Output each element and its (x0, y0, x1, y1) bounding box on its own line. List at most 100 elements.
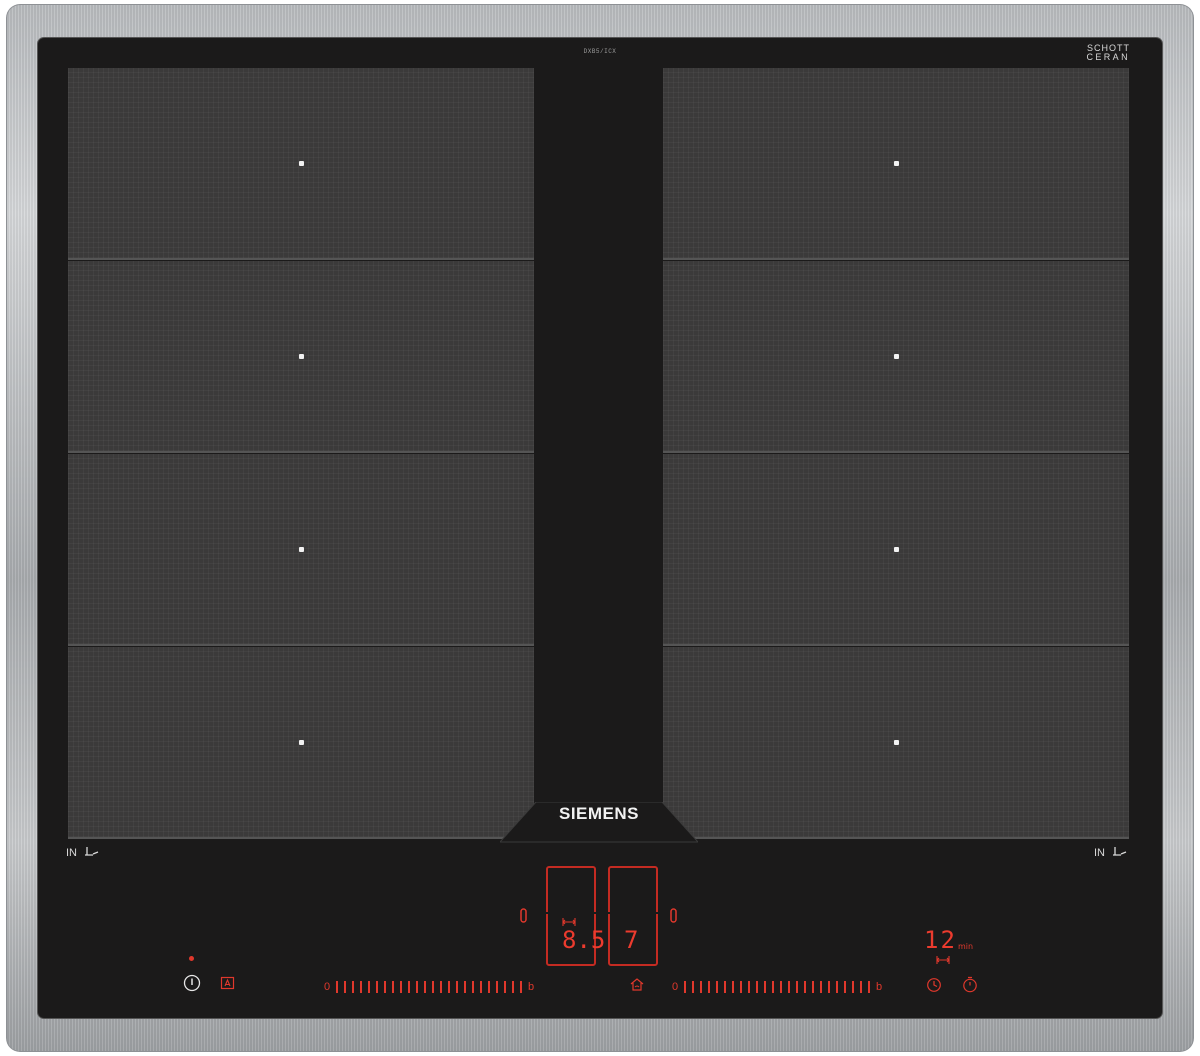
slider-tick[interactable] (336, 981, 338, 993)
slider-tick[interactable] (716, 981, 718, 993)
timer-unit: min (958, 942, 974, 951)
slider-left-boost[interactable]: b (526, 981, 536, 993)
slider-tick[interactable] (740, 981, 742, 993)
pan-icon (1113, 847, 1127, 856)
slider-tick[interactable] (836, 981, 838, 993)
child-lock-icon[interactable] (220, 976, 236, 990)
zone-marker-dot (893, 160, 899, 166)
zone-marker-dot (298, 739, 304, 745)
booster-icon-right[interactable] (670, 908, 678, 924)
slider-tick[interactable] (376, 981, 378, 993)
zone-right-power-level: 7 (624, 926, 638, 954)
zone-marker-dot (298, 160, 304, 166)
timer-display: 12 (924, 926, 957, 954)
slider-tick[interactable] (464, 981, 466, 993)
cooking-zone-left-3[interactable] (68, 454, 534, 646)
in-text: IN (66, 847, 77, 859)
zone-left-value: 8.5 (562, 926, 606, 954)
slider-tick[interactable] (472, 981, 474, 993)
slider-tick[interactable] (416, 981, 418, 993)
flex-zone-icon (562, 918, 576, 926)
slider-tick[interactable] (700, 981, 702, 993)
slider-right-boost[interactable]: b (874, 981, 884, 993)
slider-tick[interactable] (844, 981, 846, 993)
zone-left-power-level: 8.5 (562, 926, 605, 954)
slider-tick[interactable] (732, 981, 734, 993)
slider-tick[interactable] (764, 981, 766, 993)
ceran-text: CERAN (1086, 52, 1130, 62)
slider-tick[interactable] (512, 981, 514, 993)
slider-tick[interactable] (504, 981, 506, 993)
slider-tick[interactable] (496, 981, 498, 993)
slider-tick[interactable] (440, 981, 442, 993)
cooking-zone-right-2[interactable] (663, 261, 1129, 453)
slider-tick[interactable] (812, 981, 814, 993)
slider-tick[interactable] (384, 981, 386, 993)
slider-tick[interactable] (708, 981, 710, 993)
slider-tick[interactable] (684, 981, 686, 993)
cooking-zone-left-4[interactable] (68, 647, 534, 839)
slider-tick[interactable] (756, 981, 758, 993)
slider-tick[interactable] (852, 981, 854, 993)
slider-tick[interactable] (692, 981, 694, 993)
cooking-zone-left-2[interactable] (68, 261, 534, 453)
slider-tick[interactable] (360, 981, 362, 993)
power-slider-right[interactable]: 0 b (670, 980, 884, 994)
slider-tick[interactable] (400, 981, 402, 993)
power-slider-left[interactable]: 0 b (322, 980, 536, 994)
timer-flex-icon (936, 956, 950, 964)
cooktop-glass: DXB5/ICX SCHOTT CERAN SIEMENS IN IN 8.5 … (38, 38, 1162, 1018)
slider-tick[interactable] (860, 981, 862, 993)
slider-tick[interactable] (352, 981, 354, 993)
slider-tick[interactable] (368, 981, 370, 993)
slider-tick[interactable] (748, 981, 750, 993)
cooking-zone-left-1[interactable] (68, 68, 534, 260)
slider-tick[interactable] (456, 981, 458, 993)
zone-marker-dot (298, 546, 304, 552)
cooking-zone-right-1[interactable] (663, 68, 1129, 260)
slider-tick[interactable] (392, 981, 394, 993)
slider-tick[interactable] (796, 981, 798, 993)
home-icon[interactable] (630, 978, 644, 991)
slider-tick[interactable] (344, 981, 346, 993)
timer-value: 12 (924, 926, 957, 954)
slider-tick[interactable] (408, 981, 410, 993)
zone-marker-dot (893, 739, 899, 745)
slider-tick[interactable] (424, 981, 426, 993)
stopwatch-icon[interactable] (962, 976, 978, 993)
slider-tick[interactable] (448, 981, 450, 993)
slider-tick[interactable] (780, 981, 782, 993)
schott-ceran-logo: SCHOTT CERAN (1086, 44, 1130, 69)
zone-marker-dot (298, 353, 304, 359)
induction-label-right: IN (1094, 846, 1128, 859)
booster-icon-left[interactable] (520, 908, 528, 924)
power-icon[interactable] (183, 974, 201, 992)
slider-left-min[interactable]: 0 (322, 981, 332, 993)
slider-left-ticks[interactable] (336, 981, 522, 993)
slider-tick[interactable] (488, 981, 490, 993)
slider-tick[interactable] (820, 981, 822, 993)
slider-tick[interactable] (804, 981, 806, 993)
slider-tick[interactable] (520, 981, 522, 993)
slider-tick[interactable] (868, 981, 870, 993)
slider-tick[interactable] (788, 981, 790, 993)
cooking-zone-right-4[interactable] (663, 647, 1129, 839)
slider-tick[interactable] (772, 981, 774, 993)
brand-logo: SIEMENS (558, 804, 640, 823)
slider-right-min[interactable]: 0 (670, 981, 680, 993)
slider-tick[interactable] (724, 981, 726, 993)
cooking-zone-right-3[interactable] (663, 454, 1129, 646)
slider-tick[interactable] (480, 981, 482, 993)
power-indicator-led (189, 956, 194, 961)
slider-right-ticks[interactable] (684, 981, 870, 993)
zone-right-value: 7 (624, 926, 639, 954)
zone-marker-dot (893, 546, 899, 552)
induction-label-left: IN (66, 846, 100, 859)
timer-clock-icon[interactable] (926, 977, 942, 993)
zone-marker-dot (893, 353, 899, 359)
slider-tick[interactable] (432, 981, 434, 993)
slider-tick[interactable] (828, 981, 830, 993)
model-label: DXB5/ICX (583, 48, 617, 55)
in-text: IN (1094, 847, 1105, 859)
pan-icon (85, 847, 99, 856)
